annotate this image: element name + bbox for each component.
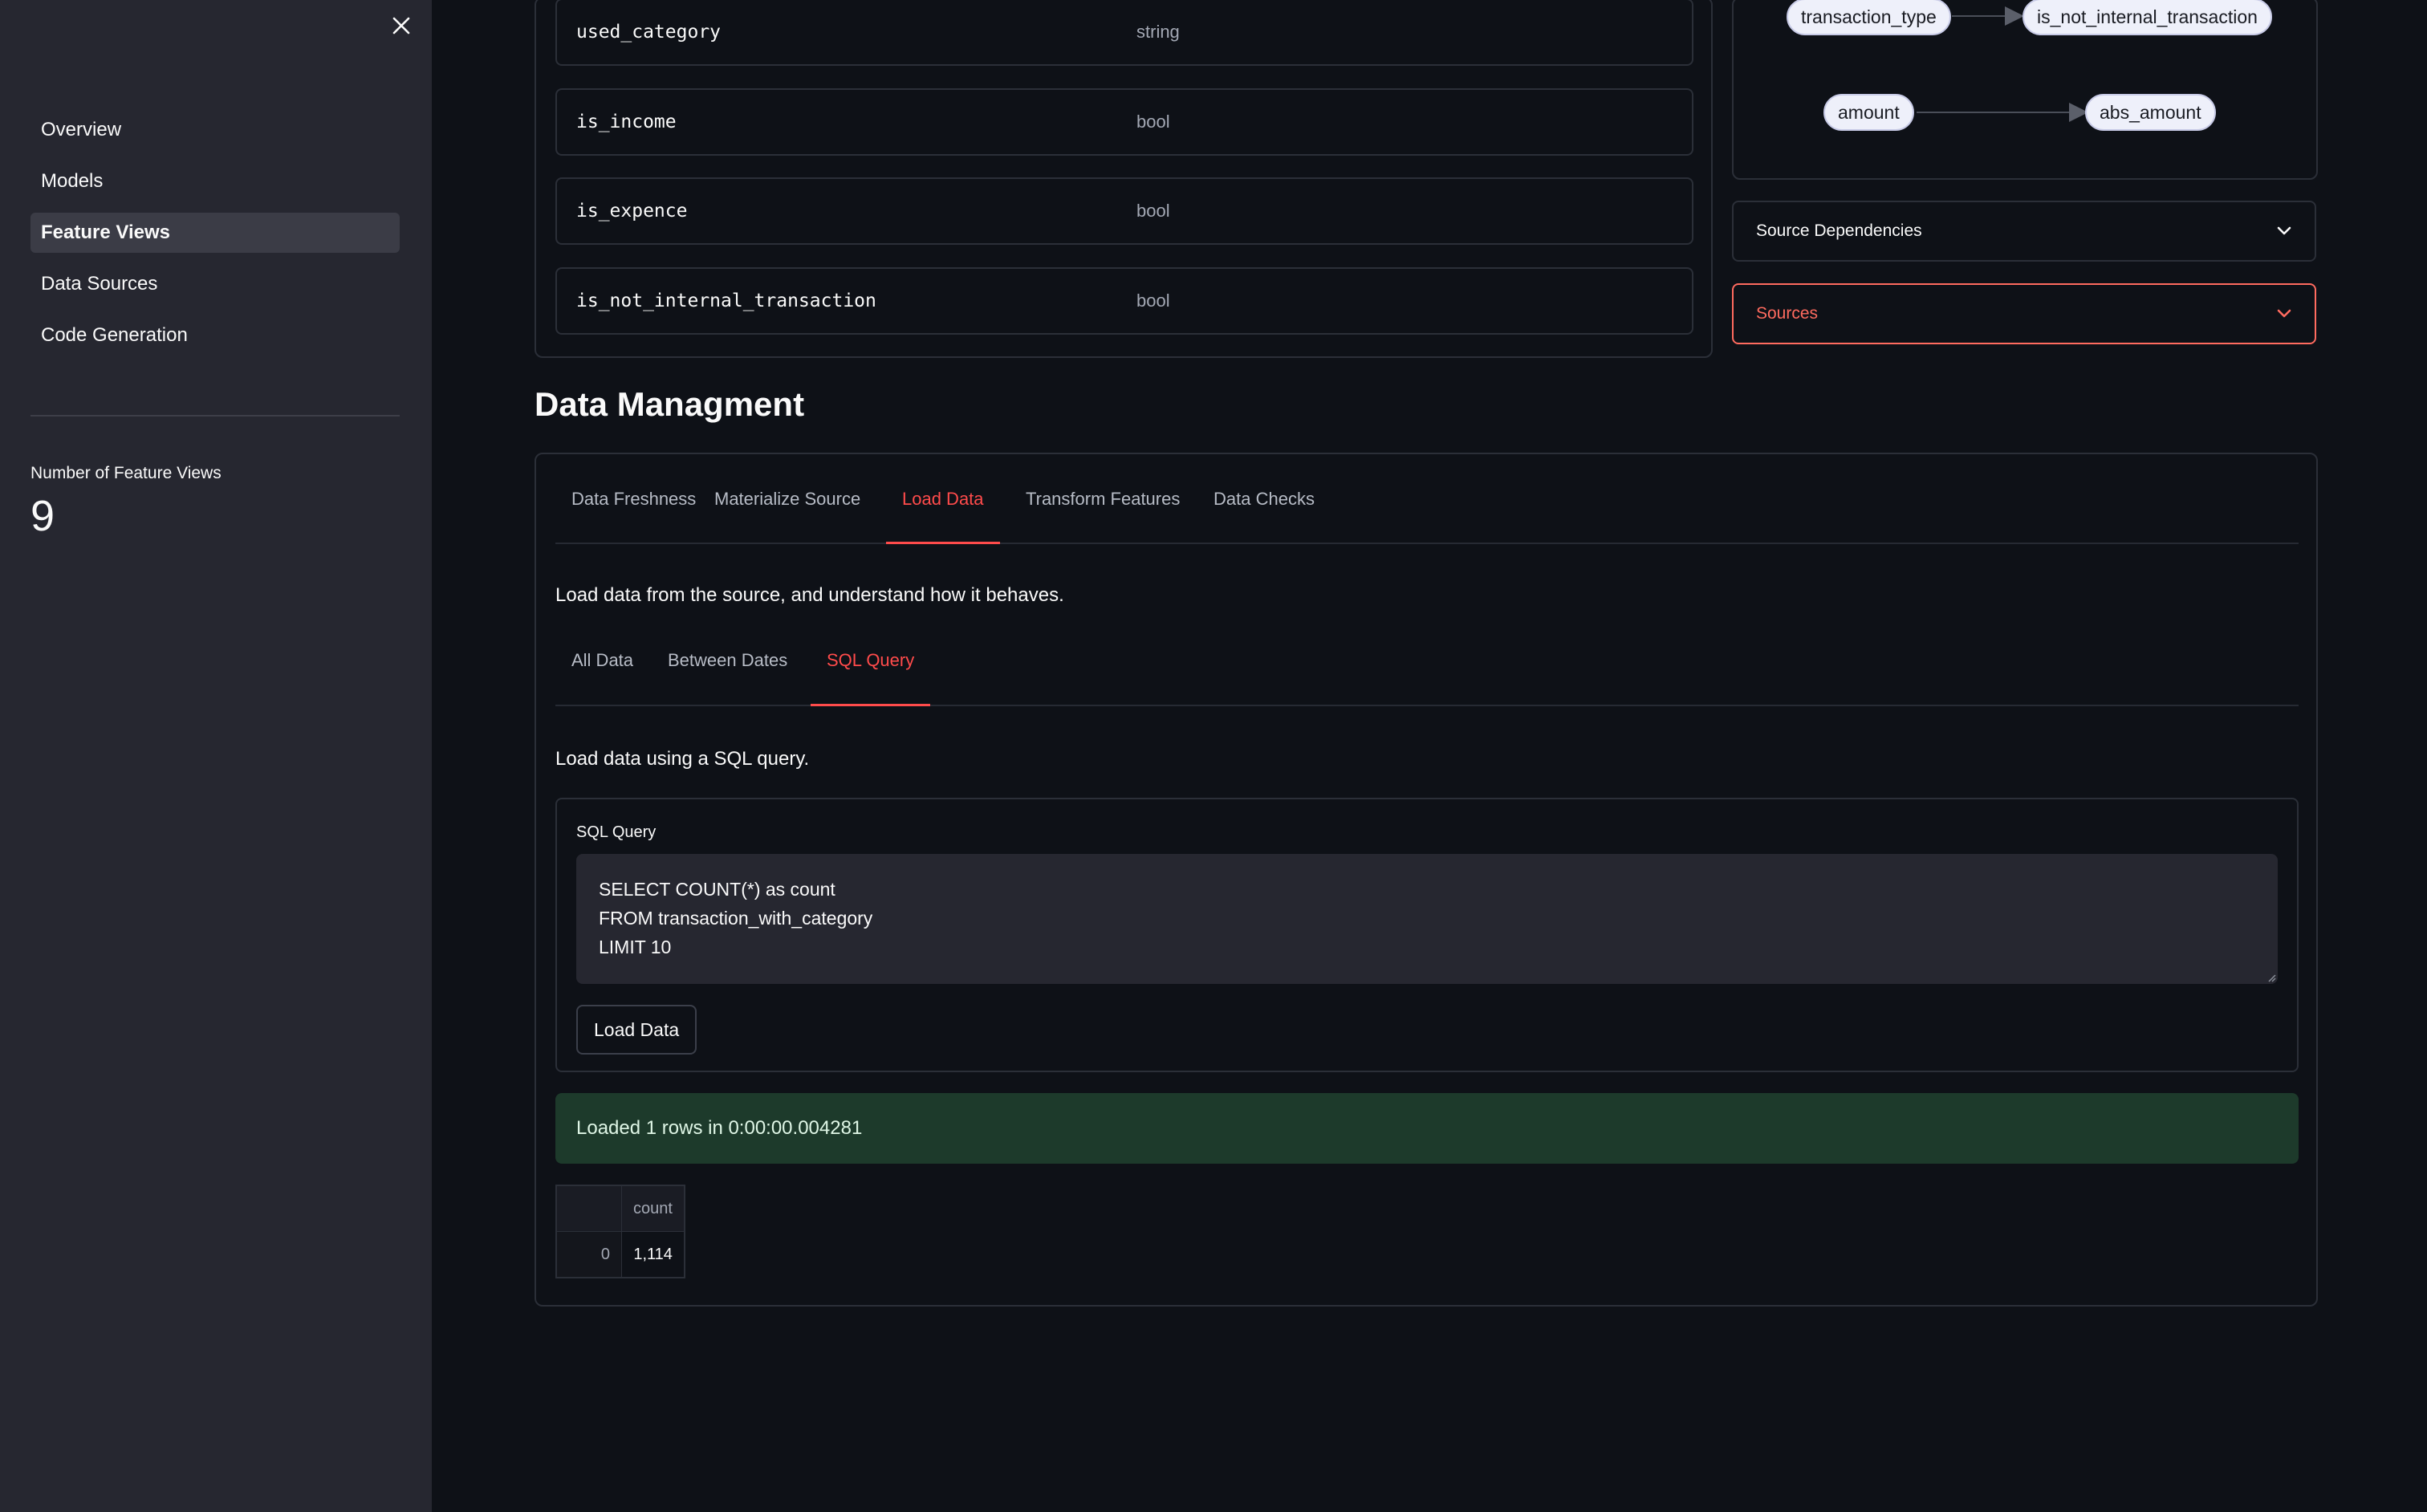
dependency-graph: transaction_type is_not_internal_transac… bbox=[1732, 0, 2318, 180]
schema-table: used_category string is_income bool is_e… bbox=[535, 0, 1713, 358]
tab-load-data[interactable]: Load Data bbox=[886, 454, 1000, 544]
sql-description: Load data using a SQL query. bbox=[555, 748, 810, 770]
column-name: is_not_internal_transaction bbox=[576, 291, 876, 311]
close-sidebar-button[interactable] bbox=[387, 11, 416, 40]
table-header-row: count bbox=[555, 1185, 685, 1232]
column-type: bool bbox=[1136, 201, 1170, 221]
tab-data-checks[interactable]: Data Checks bbox=[1197, 454, 1331, 544]
graph-node-transaction-type: transaction_type bbox=[1787, 0, 1951, 35]
column-type: bool bbox=[1136, 291, 1170, 311]
schema-row: used_category string bbox=[555, 0, 1693, 66]
column-header: count bbox=[620, 1185, 685, 1232]
sidebar: Overview Models Feature Views Data Sourc… bbox=[0, 0, 432, 1512]
subtab-all-data[interactable]: All Data bbox=[555, 615, 649, 706]
sql-query-form: SQL Query SELECT COUNT(*) as count FROM … bbox=[555, 798, 2299, 1072]
column-type: bool bbox=[1136, 112, 1170, 132]
main-tabbar: Data Freshness Materialize Source Load D… bbox=[555, 454, 2299, 544]
load-data-description: Load data from the source, and understan… bbox=[555, 584, 1064, 606]
subtab-between-dates[interactable]: Between Dates bbox=[652, 615, 803, 706]
nav-item-code-generation[interactable]: Code Generation bbox=[30, 315, 400, 356]
chevron-down-icon bbox=[2277, 309, 2291, 318]
tab-materialize-source[interactable]: Materialize Source bbox=[698, 454, 876, 544]
tab-transform-features[interactable]: Transform Features bbox=[1010, 454, 1196, 544]
expander-label: Sources bbox=[1756, 304, 1819, 323]
resize-handle-icon[interactable] bbox=[2266, 973, 2276, 982]
nav-item-data-sources[interactable]: Data Sources bbox=[30, 264, 400, 304]
success-alert: Loaded 1 rows in 0:00:00.004281 bbox=[555, 1093, 2299, 1164]
metric-label: Number of Feature Views bbox=[30, 464, 222, 482]
result-dataframe: count 0 1,114 bbox=[555, 1185, 685, 1278]
graph-node-is-not-internal-transaction: is_not_internal_transaction bbox=[2022, 0, 2272, 35]
close-icon bbox=[392, 17, 410, 35]
graph-node-amount: amount bbox=[1823, 94, 1914, 131]
nav-item-models[interactable]: Models bbox=[30, 161, 400, 201]
load-data-button[interactable]: Load Data bbox=[576, 1005, 697, 1055]
sources-expander[interactable]: Sources bbox=[1732, 283, 2316, 344]
sql-query-label: SQL Query bbox=[576, 823, 657, 841]
cell-count: 1,114 bbox=[620, 1231, 685, 1278]
column-name: is_expence bbox=[576, 201, 688, 222]
column-type: string bbox=[1136, 22, 1180, 42]
schema-row: is_expence bool bbox=[555, 177, 1693, 245]
row-index: 0 bbox=[555, 1231, 622, 1278]
sql-query-textarea[interactable]: SELECT COUNT(*) as count FROM transactio… bbox=[576, 854, 2278, 984]
index-header bbox=[555, 1185, 622, 1232]
graph-node-abs-amount: abs_amount bbox=[2085, 94, 2216, 131]
schema-row: is_not_internal_transaction bool bbox=[555, 267, 1693, 335]
nav-item-feature-views[interactable]: Feature Views bbox=[30, 213, 400, 253]
section-title: Data Managment bbox=[535, 385, 805, 423]
expander-label: Source Dependencies bbox=[1756, 222, 1922, 240]
sub-tabbar: All Data Between Dates SQL Query bbox=[555, 615, 2299, 706]
table-row: 0 1,114 bbox=[555, 1231, 685, 1278]
metric-value: 9 bbox=[30, 492, 55, 540]
data-management-panel: Data Freshness Materialize Source Load D… bbox=[535, 453, 2318, 1307]
tab-data-freshness[interactable]: Data Freshness bbox=[555, 454, 712, 544]
schema-row: is_income bool bbox=[555, 88, 1693, 156]
chevron-down-icon bbox=[2277, 226, 2291, 235]
nav-item-overview[interactable]: Overview bbox=[30, 110, 400, 150]
sidebar-nav: Overview Models Feature Views Data Sourc… bbox=[30, 110, 400, 367]
sidebar-divider bbox=[30, 415, 400, 417]
subtab-sql-query[interactable]: SQL Query bbox=[811, 615, 931, 706]
column-name: used_category bbox=[576, 22, 722, 43]
source-dependencies-expander[interactable]: Source Dependencies bbox=[1732, 201, 2316, 262]
column-name: is_income bbox=[576, 112, 677, 132]
